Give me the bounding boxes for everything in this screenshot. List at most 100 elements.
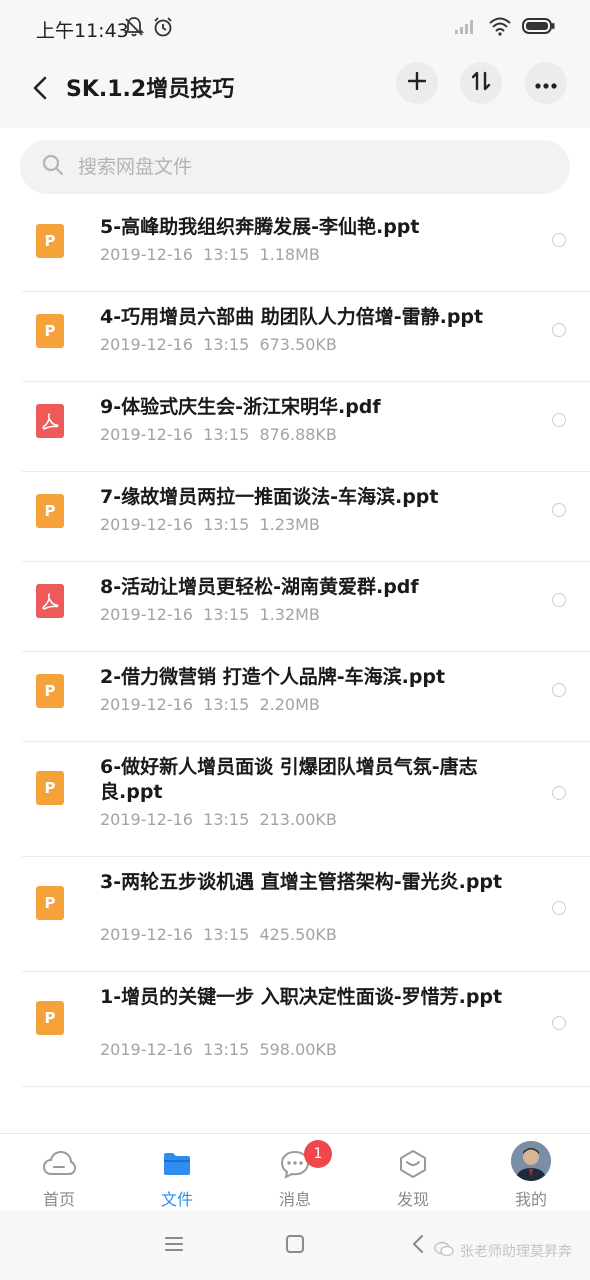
select-radio[interactable]	[552, 413, 566, 427]
search-bar[interactable]	[20, 140, 570, 194]
file-name: 2-借力微营销 打造个人品牌-车海滨.ppt	[100, 666, 446, 688]
select-radio[interactable]	[552, 593, 566, 607]
chevron-left-icon	[33, 76, 47, 104]
battery-icon	[522, 17, 556, 39]
more-icon	[535, 74, 557, 93]
folder-icon	[160, 1148, 194, 1180]
nav-label: 发现	[396, 1190, 429, 1209]
acrobat-glyph-icon	[42, 593, 59, 610]
file-name: 8-活动让增员更轻松-湖南黄爱群.pdf	[100, 576, 419, 598]
system-back-button[interactable]	[404, 1233, 432, 1259]
file-meta: 2019-12-16 13:15 1.32MB	[100, 605, 320, 624]
ppt-file-icon: P	[36, 314, 64, 348]
list-item[interactable]: P 5-高峰助我组织奔腾发展-李仙艳.ppt 2019-12-16 13:15 …	[0, 202, 590, 292]
file-list: P 5-高峰助我组织奔腾发展-李仙艳.ppt 2019-12-16 13:15 …	[0, 202, 590, 1087]
file-time: 13:15	[203, 925, 250, 944]
file-date: 2019-12-16	[100, 515, 193, 534]
file-meta: 2019-12-16 13:15 598.00KB	[100, 1040, 337, 1059]
file-time: 13:15	[203, 605, 250, 624]
file-time: 13:15	[203, 515, 250, 534]
file-name: 9-体验式庆生会-浙江宋明华.pdf	[100, 396, 381, 418]
home-button[interactable]	[281, 1233, 309, 1259]
list-item[interactable]: P 4-巧用增员六部曲 助团队人力倍增-雷静.ppt 2019-12-16 13…	[0, 292, 590, 382]
alarm-icon	[152, 16, 174, 42]
sort-button[interactable]	[460, 62, 502, 104]
file-meta: 2019-12-16 13:15 213.00KB	[100, 810, 337, 829]
file-time: 13:15	[203, 810, 250, 829]
file-meta: 2019-12-16 13:15 1.23MB	[100, 515, 320, 534]
file-date: 2019-12-16	[100, 425, 193, 444]
sort-icon	[471, 71, 491, 95]
file-size: 213.00KB	[259, 810, 337, 829]
file-size: 598.00KB	[259, 1040, 337, 1059]
file-size: 1.32MB	[259, 605, 320, 624]
wechat-icon	[434, 1241, 454, 1261]
file-name: 4-巧用增员六部曲 助团队人力倍增-雷静.ppt	[100, 306, 484, 328]
select-radio[interactable]	[552, 503, 566, 517]
nav-label: 首页	[42, 1190, 75, 1209]
list-item[interactable]: P 2-借力微营销 打造个人品牌-车海滨.ppt 2019-12-16 13:1…	[0, 652, 590, 742]
menu-button[interactable]	[160, 1233, 188, 1259]
select-radio[interactable]	[552, 1016, 566, 1030]
system-nav-bar: 张老师助理莫昇奔	[0, 1211, 590, 1280]
file-name: 5-高峰助我组织奔腾发展-李仙艳.ppt	[100, 216, 420, 238]
file-date: 2019-12-16	[100, 695, 193, 714]
list-item[interactable]: P 6-做好新人增员面谈 引爆团队增员气氛-唐志良.ppt 2019-12-16…	[0, 742, 590, 857]
file-size: 673.50KB	[259, 335, 337, 354]
bottom-nav: 首页 文件 1 消息 发现 我的	[0, 1133, 590, 1211]
ppt-file-icon: P	[36, 674, 64, 708]
watermark-text: 张老师助理莫昇奔	[460, 1244, 572, 1260]
more-button[interactable]	[525, 62, 567, 104]
file-date: 2019-12-16	[100, 335, 193, 354]
select-radio[interactable]	[552, 901, 566, 915]
cloud-icon	[42, 1148, 76, 1180]
unread-badge: 1	[304, 1140, 332, 1168]
triangle-back-icon	[411, 1234, 425, 1258]
back-button[interactable]	[22, 70, 58, 110]
file-meta: 2019-12-16 13:15 876.88KB	[100, 425, 337, 444]
file-time: 13:15	[203, 335, 250, 354]
list-item[interactable]: P 3-两轮五步谈机遇 直增主管搭架构-雷光炎.ppt 2019-12-16 1…	[0, 857, 590, 972]
top-bar: SK.1.2增员技巧	[0, 56, 590, 128]
file-meta: 2019-12-16 13:15 1.18MB	[100, 245, 320, 264]
nav-label: 文件	[160, 1190, 193, 1209]
select-radio[interactable]	[552, 233, 566, 247]
file-time: 13:15	[203, 695, 250, 714]
file-date: 2019-12-16	[100, 605, 193, 624]
pdf-file-icon	[36, 404, 64, 438]
list-item[interactable]: 9-体验式庆生会-浙江宋明华.pdf 2019-12-16 13:15 876.…	[0, 382, 590, 472]
discover-icon	[396, 1148, 430, 1180]
nav-item-files[interactable]: 文件	[118, 1134, 236, 1212]
square-icon	[285, 1234, 305, 1258]
file-date: 2019-12-16	[100, 1040, 193, 1059]
nav-item-profile[interactable]: 我的	[472, 1134, 590, 1212]
file-size: 425.50KB	[259, 925, 337, 944]
plus-icon	[407, 71, 427, 94]
avatar	[511, 1141, 551, 1181]
file-name: 3-两轮五步谈机遇 直增主管搭架构-雷光炎.ppt	[100, 871, 503, 893]
select-radio[interactable]	[552, 683, 566, 697]
file-meta: 2019-12-16 13:15 425.50KB	[100, 925, 337, 944]
file-meta: 2019-12-16 13:15 673.50KB	[100, 335, 337, 354]
select-radio[interactable]	[552, 323, 566, 337]
select-radio[interactable]	[552, 786, 566, 800]
list-item[interactable]: P 7-缘故增员两拉一推面谈法-车海滨.ppt 2019-12-16 13:15…	[0, 472, 590, 562]
add-button[interactable]	[396, 62, 438, 104]
wifi-icon	[488, 16, 512, 40]
pdf-file-icon	[36, 584, 64, 618]
list-item[interactable]: P 1-增员的关键一步 入职决定性面谈-罗惜芳.ppt 2019-12-16 1…	[0, 972, 590, 1087]
nav-item-messages[interactable]: 1 消息	[236, 1134, 354, 1212]
list-item[interactable]: 8-活动让增员更轻松-湖南黄爱群.pdf 2019-12-16 13:15 1.…	[0, 562, 590, 652]
search-input[interactable]	[78, 156, 548, 178]
file-size: 1.23MB	[259, 515, 320, 534]
ppt-file-icon: P	[36, 771, 64, 805]
nav-item-discover[interactable]: 发现	[354, 1134, 472, 1212]
file-date: 2019-12-16	[100, 925, 193, 944]
ppt-file-icon: P	[36, 224, 64, 258]
page-title: SK.1.2增员技巧	[66, 77, 235, 102]
ppt-file-icon: P	[36, 1001, 64, 1035]
status-icons-right	[454, 16, 556, 40]
nav-item-home[interactable]: 首页	[0, 1134, 118, 1212]
signal-icon	[454, 17, 478, 39]
file-name: 7-缘故增员两拉一推面谈法-车海滨.ppt	[100, 486, 439, 508]
